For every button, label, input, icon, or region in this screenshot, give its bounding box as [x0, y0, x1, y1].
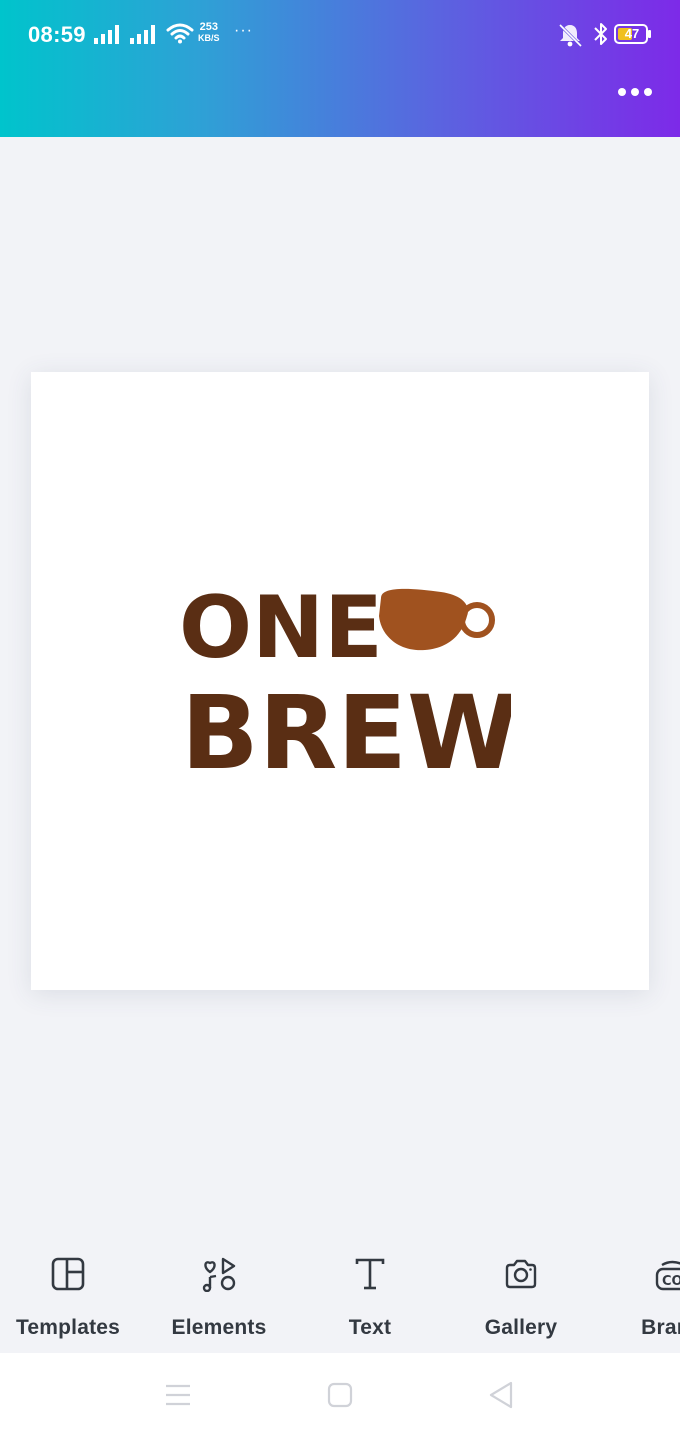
bottom-toolbar: Templates Elements Text Gallery CO Bra: [0, 1238, 680, 1353]
status-more: ···: [234, 22, 253, 39]
nav-home-button[interactable]: [320, 1379, 360, 1411]
brand-icon: CO: [655, 1260, 680, 1291]
more-dot: [631, 88, 639, 96]
toolbar-gallery-label: Gallery: [484, 1316, 558, 1339]
more-options-button[interactable]: [612, 78, 656, 106]
text-icon: [355, 1258, 385, 1290]
templates-icon: [51, 1257, 85, 1291]
nav-menu-button[interactable]: [158, 1379, 198, 1411]
battery-level: 47: [624, 26, 640, 41]
design-canvas[interactable]: ONE BREW: [31, 372, 649, 990]
toolbar-templates-label: Templates: [15, 1316, 121, 1339]
nav-back-button[interactable]: [482, 1379, 522, 1411]
muted-bell-icon: [558, 23, 583, 48]
wifi-icon: [166, 23, 194, 44]
signal-icon: [94, 25, 119, 44]
more-dot: [644, 88, 652, 96]
network-speed: 253 KB/S: [198, 22, 220, 44]
signal-icon: [130, 25, 155, 44]
toolbar-brand[interactable]: CO Brand: [597, 1238, 680, 1353]
status-bar: 08:59 253 KB/S ··· 47: [0, 0, 680, 70]
status-time: 08:59: [28, 22, 86, 47]
logo-line2: BREW: [181, 674, 511, 792]
toolbar-elements-label: Elements: [171, 1316, 267, 1339]
toolbar-text[interactable]: Text: [295, 1238, 445, 1353]
bluetooth-icon: [594, 23, 607, 45]
speed-value: 253: [199, 21, 218, 33]
toolbar-brand-label: Brand: [641, 1316, 680, 1339]
elements-icon: [202, 1257, 236, 1292]
logo-line1: ONE: [179, 578, 383, 678]
more-horizontal-icon: [618, 88, 626, 96]
menu-icon: [166, 1384, 190, 1406]
toolbar-templates[interactable]: Templates: [0, 1238, 143, 1353]
coffee-cup-icon: [379, 588, 495, 651]
one-brew-logo[interactable]: ONE BREW: [171, 572, 511, 792]
home-icon: [327, 1382, 353, 1408]
toolbar-elements[interactable]: Elements: [144, 1238, 294, 1353]
svg-text:CO: CO: [662, 1274, 680, 1289]
header-bar: 08:59 253 KB/S ··· 47: [0, 0, 680, 137]
toolbar-text-label: Text: [348, 1316, 392, 1339]
camera-icon: [505, 1259, 537, 1289]
system-nav-bar: [0, 1353, 680, 1436]
back-icon: [489, 1381, 513, 1409]
toolbar-gallery[interactable]: Gallery: [446, 1238, 596, 1353]
speed-unit: KB/S: [198, 33, 220, 43]
